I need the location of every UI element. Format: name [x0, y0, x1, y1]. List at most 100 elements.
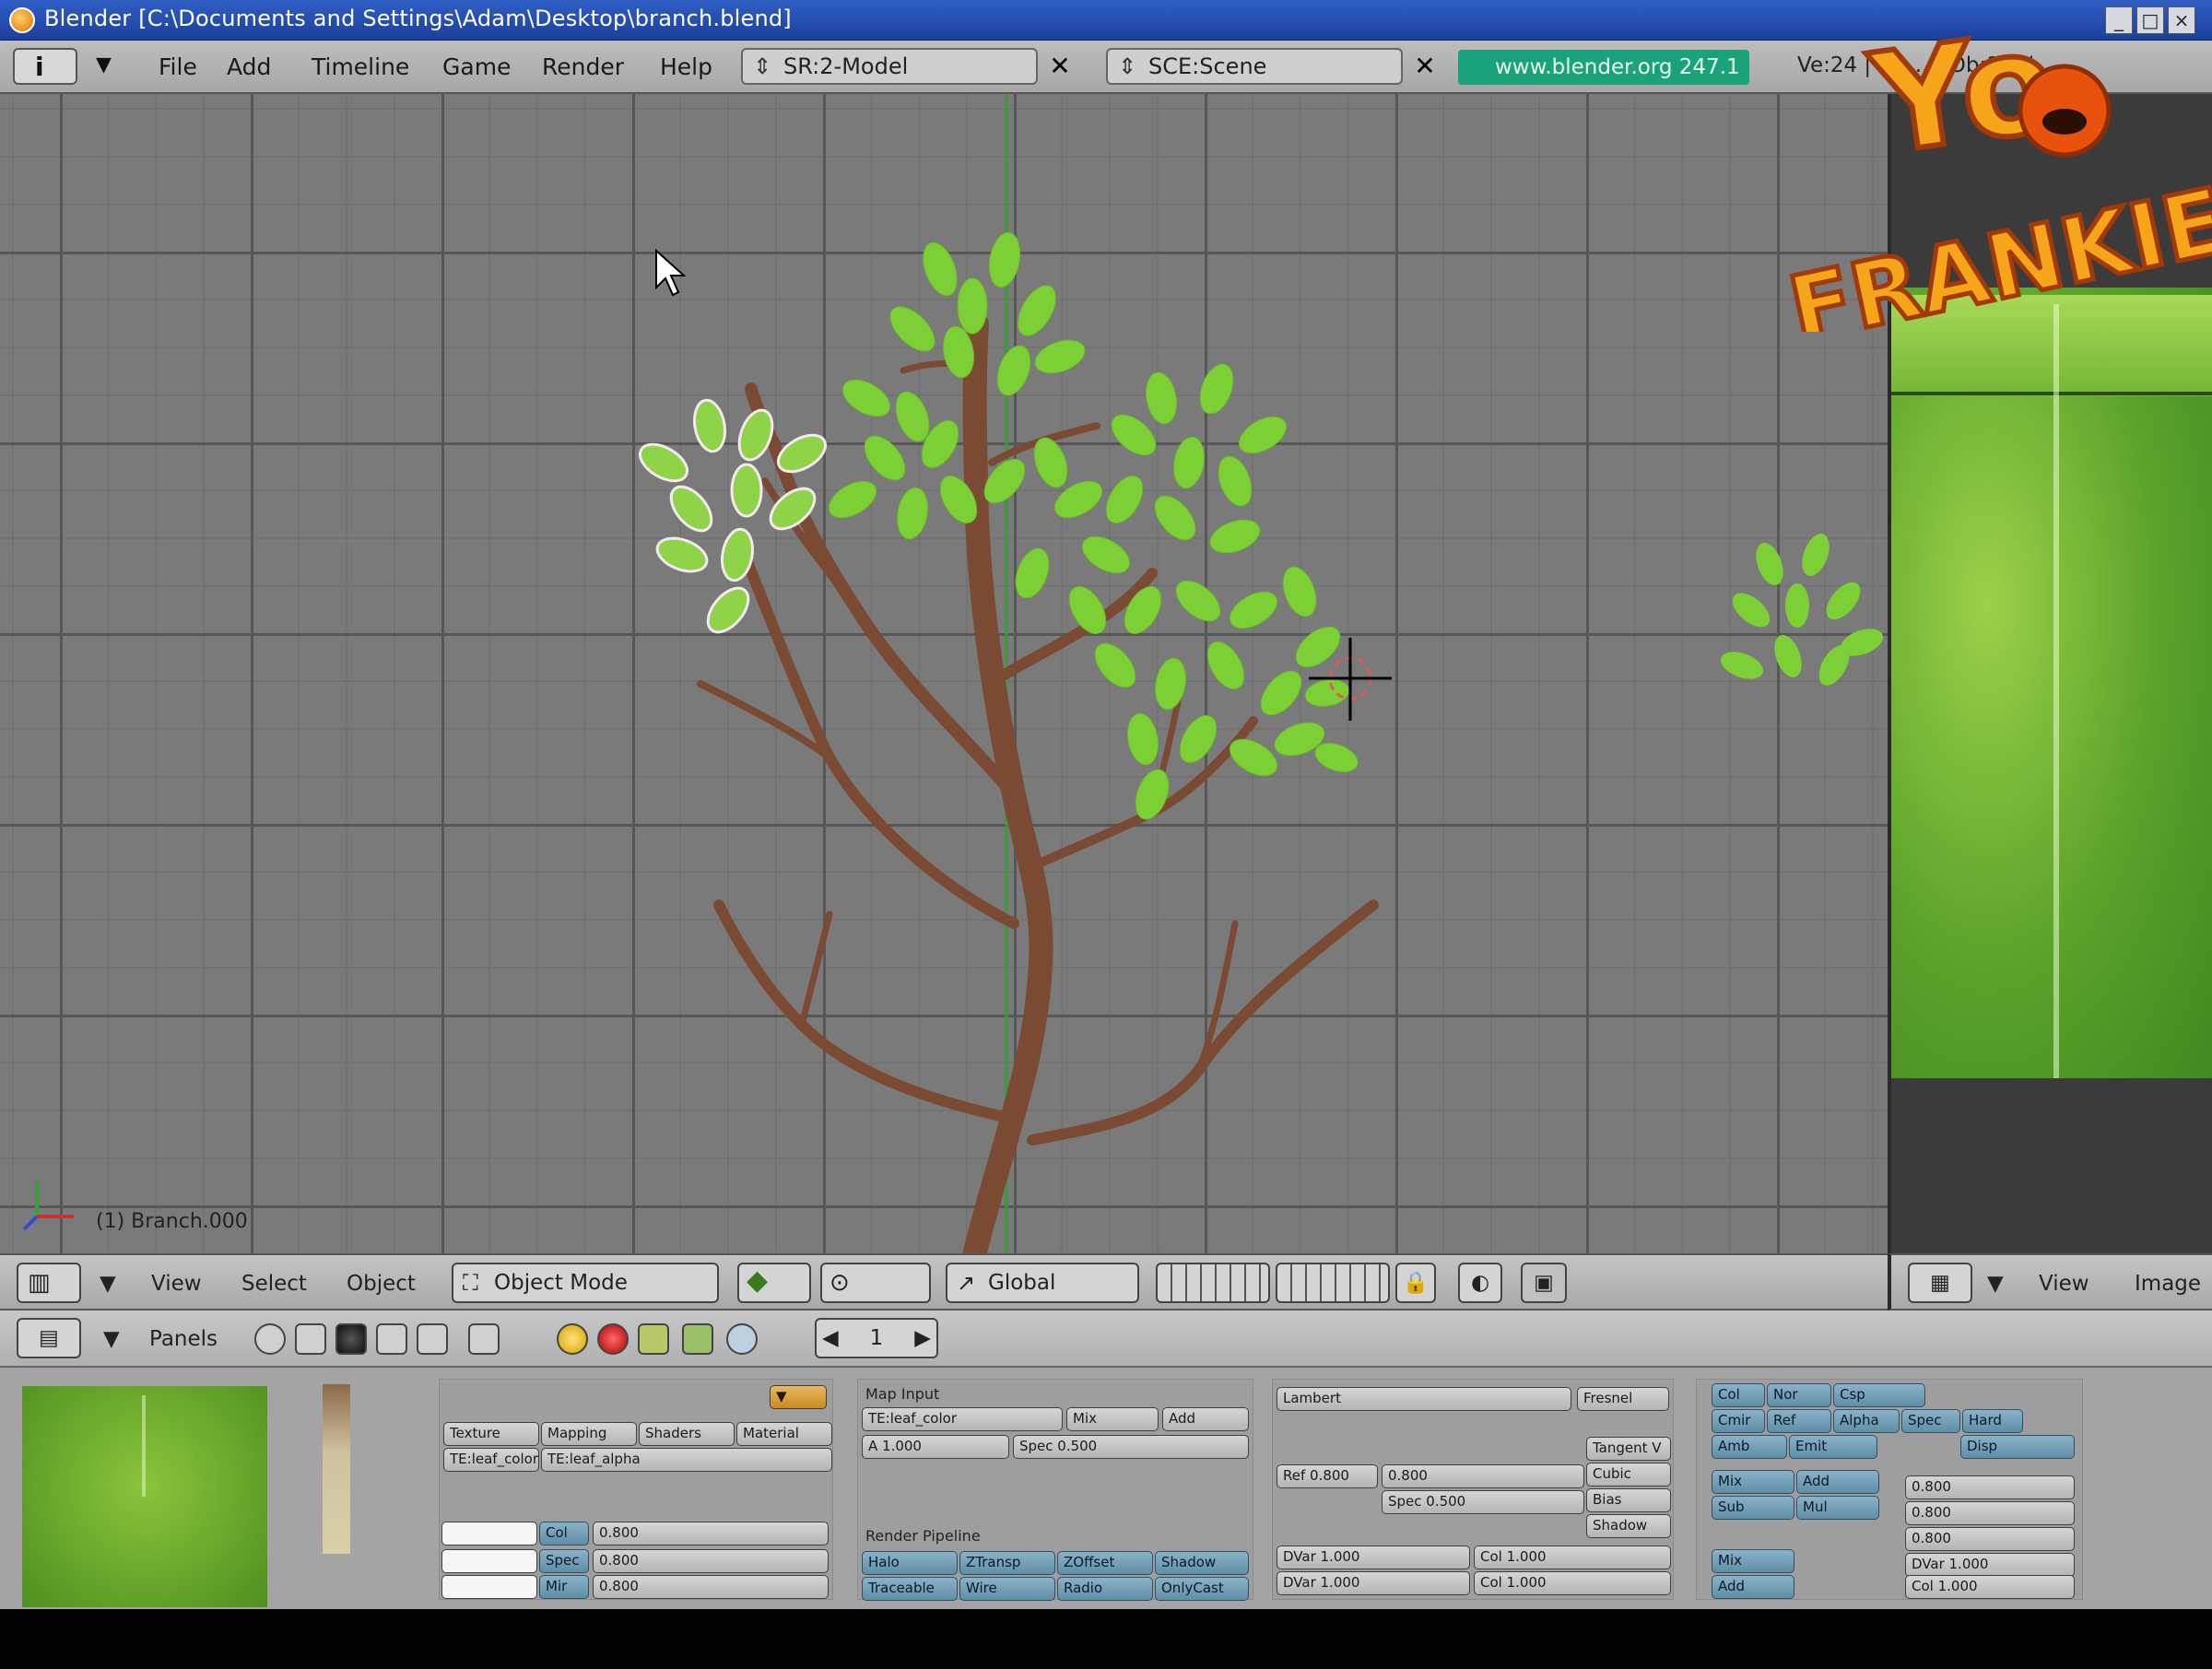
layer-buttons-row1[interactable] — [1156, 1263, 1270, 1303]
tab-mapping[interactable]: Mapping — [541, 1422, 637, 1446]
scene-browse-field[interactable]: ⇕ SCE:Scene — [1106, 48, 1403, 85]
col-field-2[interactable]: Col 1.000 — [1474, 1571, 1671, 1595]
shader-extra-button[interactable]: Fresnel — [1577, 1387, 1669, 1411]
mir-button[interactable]: Mir — [539, 1575, 589, 1599]
material-subcontext-icon[interactable] — [597, 1323, 629, 1355]
window-type-selector[interactable]: i — [13, 48, 77, 85]
spec-slider-2[interactable]: Spec 0.500 — [1382, 1490, 1584, 1514]
menu-render[interactable]: Render — [542, 53, 624, 80]
dvar-field[interactable]: DVar 1.000 — [1277, 1546, 1470, 1569]
ztransp-button[interactable]: ZTransp — [959, 1551, 1055, 1575]
transform-orientation[interactable]: ↗ Global — [946, 1263, 1139, 1303]
editing-context-icon[interactable] — [417, 1323, 448, 1355]
diffuse-shader-field[interactable]: Lambert — [1277, 1387, 1571, 1411]
menu-game[interactable]: Game — [442, 53, 511, 80]
render-preview-icon[interactable]: ◐ — [1458, 1263, 1502, 1303]
texture-slot-1[interactable]: TE:leaf_color — [443, 1448, 539, 1472]
tangent-button[interactable]: Tangent V — [1586, 1437, 1671, 1461]
bias-button[interactable]: Bias — [1586, 1488, 1671, 1512]
blend-sub[interactable]: Sub — [1712, 1496, 1794, 1520]
world-subcontext-icon[interactable] — [726, 1323, 758, 1355]
stencil-button[interactable]: Mix — [1712, 1549, 1794, 1573]
uv-layer-field[interactable]: TE:leaf_color — [862, 1407, 1063, 1431]
mapto-emit[interactable]: Emit — [1789, 1435, 1877, 1459]
radio-button[interactable]: Radio — [1057, 1577, 1153, 1601]
mapto-cmir[interactable]: Cmir — [1712, 1409, 1765, 1433]
mapto-disp[interactable]: Disp — [1960, 1435, 2075, 1459]
mapto-col[interactable]: Col — [1712, 1383, 1765, 1407]
lamp-subcontext-icon[interactable] — [557, 1323, 588, 1355]
var-field-1[interactable]: 0.800 — [1905, 1475, 2075, 1499]
logic-context-icon[interactable] — [254, 1323, 286, 1355]
radiosity-subcontext-icon[interactable] — [682, 1323, 713, 1355]
spec-field[interactable]: Spec 0.500 — [1013, 1435, 1249, 1459]
texture-slot-2[interactable]: TE:leaf_alpha — [541, 1448, 832, 1472]
col-field[interactable]: Col 1.000 — [1474, 1546, 1671, 1569]
window-type-selector-3d[interactable]: ▥ — [17, 1263, 81, 1303]
tab-texture[interactable]: Texture — [443, 1422, 539, 1446]
dvar-field-3[interactable]: DVar 1.000 — [1905, 1553, 2075, 1577]
delete-screen-button[interactable]: ✕ — [1041, 48, 1078, 85]
buttons-window-type-icon[interactable]: ▤ — [17, 1318, 81, 1358]
screen-browse-field[interactable]: ⇕ SR:2-Model — [741, 48, 1038, 85]
draw-type-selector[interactable]: ◆ — [737, 1263, 811, 1303]
object-context-icon[interactable] — [376, 1323, 407, 1355]
delete-scene-button[interactable]: ✕ — [1406, 48, 1443, 85]
menu-file[interactable]: File — [159, 53, 197, 80]
layer-buttons-row2[interactable] — [1276, 1263, 1390, 1303]
opengl-render-icon[interactable]: ▣ — [1521, 1263, 1567, 1303]
shadow-button[interactable]: Shadow — [1155, 1551, 1249, 1575]
script-context-icon[interactable] — [295, 1323, 326, 1355]
selected-leaf-cluster[interactable] — [634, 398, 831, 640]
zoffset-button[interactable]: ZOffset — [1057, 1551, 1153, 1575]
scene-context-icon[interactable] — [468, 1323, 500, 1355]
spec-button[interactable]: Spec — [539, 1549, 589, 1573]
collapse-triangle-icon[interactable]: ▼ — [100, 1272, 116, 1296]
mapto-spec[interactable]: Spec — [1901, 1409, 1960, 1433]
wire-button[interactable]: Wire — [959, 1577, 1055, 1601]
map-button-a[interactable]: Mix — [1066, 1407, 1159, 1431]
website-label[interactable]: www.blender.org 247.1 — [1458, 50, 1749, 85]
menu-add[interactable]: Add — [227, 53, 271, 80]
map-button-b[interactable]: Add — [1162, 1407, 1249, 1431]
menu-select[interactable]: Select — [241, 1272, 307, 1296]
halo-button[interactable]: Halo — [862, 1551, 958, 1575]
var-field-3[interactable]: 0.800 — [1905, 1527, 2075, 1551]
spec-slider[interactable]: 0.800 — [593, 1549, 829, 1573]
col-slider[interactable]: 0.800 — [593, 1522, 829, 1546]
texture-subcontext-icon[interactable] — [638, 1323, 669, 1355]
mapto-amb[interactable]: Amb — [1712, 1435, 1787, 1459]
mode-selector[interactable]: ⛶ Object Mode — [452, 1263, 719, 1303]
color-swatch-1[interactable] — [441, 1522, 537, 1546]
mapto-csp[interactable]: Csp — [1833, 1383, 1925, 1407]
tree-branch-mesh[interactable] — [0, 94, 1888, 1253]
menu-help[interactable]: Help — [660, 53, 712, 80]
menu-image[interactable]: Image — [2135, 1272, 2201, 1296]
mir-slider[interactable]: 0.800 — [593, 1575, 829, 1599]
preview-type-buttons[interactable] — [323, 1384, 350, 1554]
color-swatch-2[interactable] — [441, 1549, 537, 1573]
blend-add[interactable]: Add — [1796, 1470, 1879, 1494]
mapto-ref[interactable]: Ref — [1767, 1409, 1831, 1433]
dvar-field-2[interactable]: DVar 1.000 — [1277, 1571, 1470, 1595]
menu-view[interactable]: View — [151, 1272, 202, 1296]
var-field-2[interactable]: 0.800 — [1905, 1501, 2075, 1525]
alpha-field[interactable]: A 1.000 — [862, 1435, 1009, 1459]
collapse-triangle-icon[interactable]: ▼ — [96, 53, 112, 76]
ref-label-button[interactable]: Ref 0.800 — [1277, 1464, 1378, 1488]
blend-mix[interactable]: Mix — [1712, 1470, 1794, 1494]
collapse-triangle-icon[interactable]: ▼ — [1987, 1272, 2004, 1296]
shading-context-icon[interactable] — [335, 1323, 367, 1355]
color-swatch-3[interactable] — [441, 1575, 537, 1599]
frame-stepper[interactable]: ◀ 1 ▶ — [815, 1318, 938, 1358]
frame-next-icon[interactable]: ▶ — [914, 1320, 931, 1357]
ref-slider[interactable]: 0.800 — [1382, 1464, 1584, 1488]
collapse-triangle-icon[interactable]: ▼ — [103, 1327, 120, 1351]
neg-button[interactable]: Add — [1712, 1575, 1794, 1599]
cubic-button[interactable]: Cubic — [1586, 1463, 1671, 1487]
blend-mul[interactable]: Mul — [1796, 1496, 1879, 1520]
tab-shaders[interactable]: Shaders — [639, 1422, 735, 1446]
texture-channel-button[interactable]: ▼ — [770, 1385, 827, 1409]
menu-view-image[interactable]: View — [2039, 1272, 2089, 1296]
traceable-button[interactable]: Traceable — [862, 1577, 958, 1601]
